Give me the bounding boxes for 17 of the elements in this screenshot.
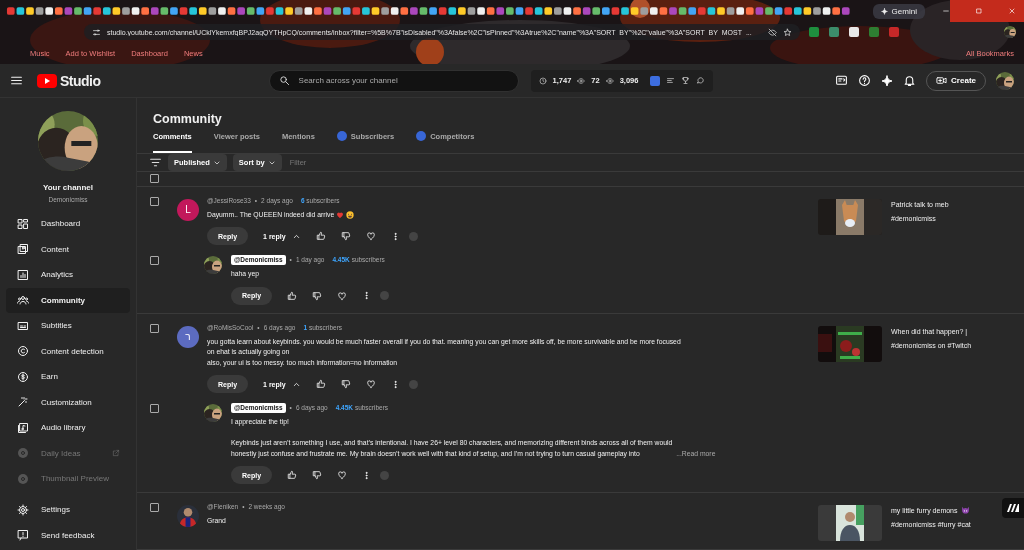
sidebar-item[interactable]: Subtitles bbox=[6, 313, 130, 339]
channel-label[interactable]: Your channel bbox=[42, 183, 94, 192]
sidebar-item[interactable]: Customization bbox=[6, 389, 130, 415]
search-field[interactable]: Search across your channel bbox=[268, 69, 519, 92]
avatar-letter: L bbox=[177, 198, 199, 221]
sidebar-item[interactable]: Content bbox=[6, 236, 130, 262]
sidebar-item[interactable]: Audio library bbox=[6, 415, 130, 441]
sidebar-item[interactable]: Content detection bbox=[6, 338, 130, 364]
sidebar-item[interactable]: Settings bbox=[6, 497, 130, 523]
sidebar-item[interactable]: Analytics bbox=[6, 262, 130, 288]
sidebar-item[interactable]: Earn bbox=[6, 364, 130, 390]
logo-text[interactable]: Studio bbox=[60, 72, 101, 89]
sidebar-item[interactable]: Send feedback bbox=[6, 522, 130, 548]
avatar-letter: ר bbox=[177, 325, 199, 348]
sidebar-item[interactable]: Dashboard bbox=[6, 211, 130, 237]
sidebar-item[interactable]: Community bbox=[6, 287, 130, 313]
page-title: Community bbox=[152, 111, 223, 126]
